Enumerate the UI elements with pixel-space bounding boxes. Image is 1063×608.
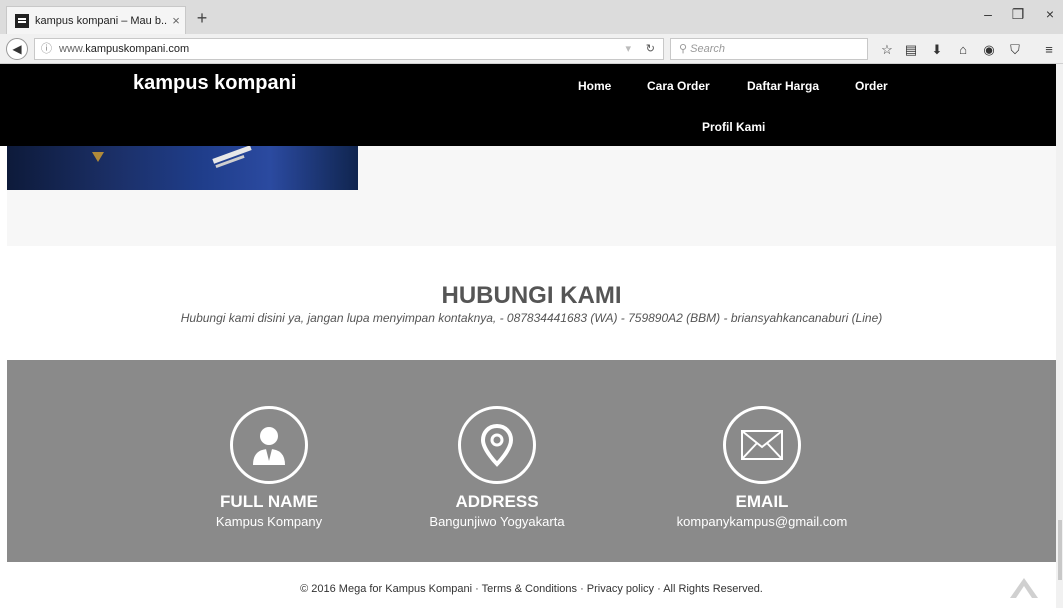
contact-title: HUBUNGI KAMI (441, 282, 622, 309)
url-domain: kampuskompani.com (85, 43, 190, 55)
reload-icon[interactable]: ↻ (646, 39, 655, 59)
browser-tab[interactable]: kampus kompani – Mau b... × (6, 6, 186, 34)
search-placeholder: Search (690, 43, 725, 55)
info-icon[interactable]: ⓘ (41, 39, 55, 59)
bookmark-star-icon[interactable]: ☆ (878, 42, 896, 58)
back-arrow-icon[interactable]: ◀ (6, 38, 28, 60)
browser-navbar: ◀ ⓘ www.kampuskompani.com ▾ ↻ ⚲ Search ☆ … (0, 34, 1063, 64)
new-tab-button[interactable]: + (192, 8, 212, 29)
menu-hamburger-icon[interactable]: ≡ (1040, 42, 1058, 57)
info-value: Bangunjiwo Yogyakarta (429, 514, 565, 529)
info-value: Kampus Kompany (215, 514, 323, 529)
home-icon[interactable]: ⌂ (954, 42, 972, 57)
info-address: ADDRESS Bangunjiwo Yogyakarta (387, 406, 607, 529)
site-header: kampus kompani Home Cara Order Daftar Ha… (0, 64, 1063, 146)
hero-image (7, 146, 358, 190)
info-full-name: FULL NAME Kampus Kompany (159, 406, 379, 529)
scrollbar-thumb[interactable] (1058, 520, 1062, 580)
search-input[interactable]: ⚲ Search (670, 38, 868, 60)
location-pin-icon (458, 406, 536, 484)
search-icon: ⚲ (679, 43, 688, 55)
site-favicon-icon (15, 13, 29, 28)
reading-list-icon[interactable]: ▤ (902, 42, 920, 58)
person-icon (230, 406, 308, 484)
info-label: ADDRESS (455, 492, 539, 511)
info-email: EMAIL kompanykampus@gmail.com (652, 406, 872, 529)
info-value[interactable]: kompanykampus@gmail.com (652, 514, 872, 529)
window-restore-button[interactable]: ❐ (1008, 6, 1028, 23)
pocket-icon[interactable]: ⛉ (1006, 42, 1024, 58)
url-prefix: www. (59, 43, 86, 55)
window-close-button[interactable]: × (1040, 6, 1060, 22)
info-label: EMAIL (735, 492, 789, 511)
nav-profil-kami[interactable]: Profil Kami (702, 120, 765, 134)
contact-description: Hubungi kami disini ya, jangan lupa meny… (180, 311, 883, 325)
back-to-top-icon[interactable] (1010, 578, 1038, 598)
nav-order[interactable]: Order (855, 79, 888, 93)
url-dropdown-icon[interactable]: ▾ (625, 39, 631, 59)
info-label: FULL NAME (220, 492, 318, 511)
footer-copyright: © 2016 Mega for Kampus Kompani · Terms &… (300, 583, 763, 595)
nav-daftar-harga[interactable]: Daftar Harga (747, 79, 819, 93)
downloads-icon[interactable]: ⬇ (928, 42, 946, 58)
nav-cara-order[interactable]: Cara Order (647, 79, 710, 93)
envelope-icon (723, 406, 801, 484)
site-brand[interactable]: kampus kompani (133, 72, 296, 95)
chat-icon[interactable]: ◉ (980, 42, 998, 58)
contact-info-band: FULL NAME Kampus Kompany ADDRESS Bangunj… (7, 360, 1056, 562)
browser-tabbar: kampus kompani – Mau b... × + – ❐ × (0, 0, 1063, 34)
tab-title: kampus kompani – Mau b... (35, 14, 167, 27)
nav-home[interactable]: Home (578, 79, 611, 93)
address-bar[interactable]: ⓘ www.kampuskompani.com ▾ ↻ (34, 38, 664, 60)
tab-close-icon[interactable]: × (167, 13, 185, 28)
window-minimize-button[interactable]: – (978, 6, 998, 22)
